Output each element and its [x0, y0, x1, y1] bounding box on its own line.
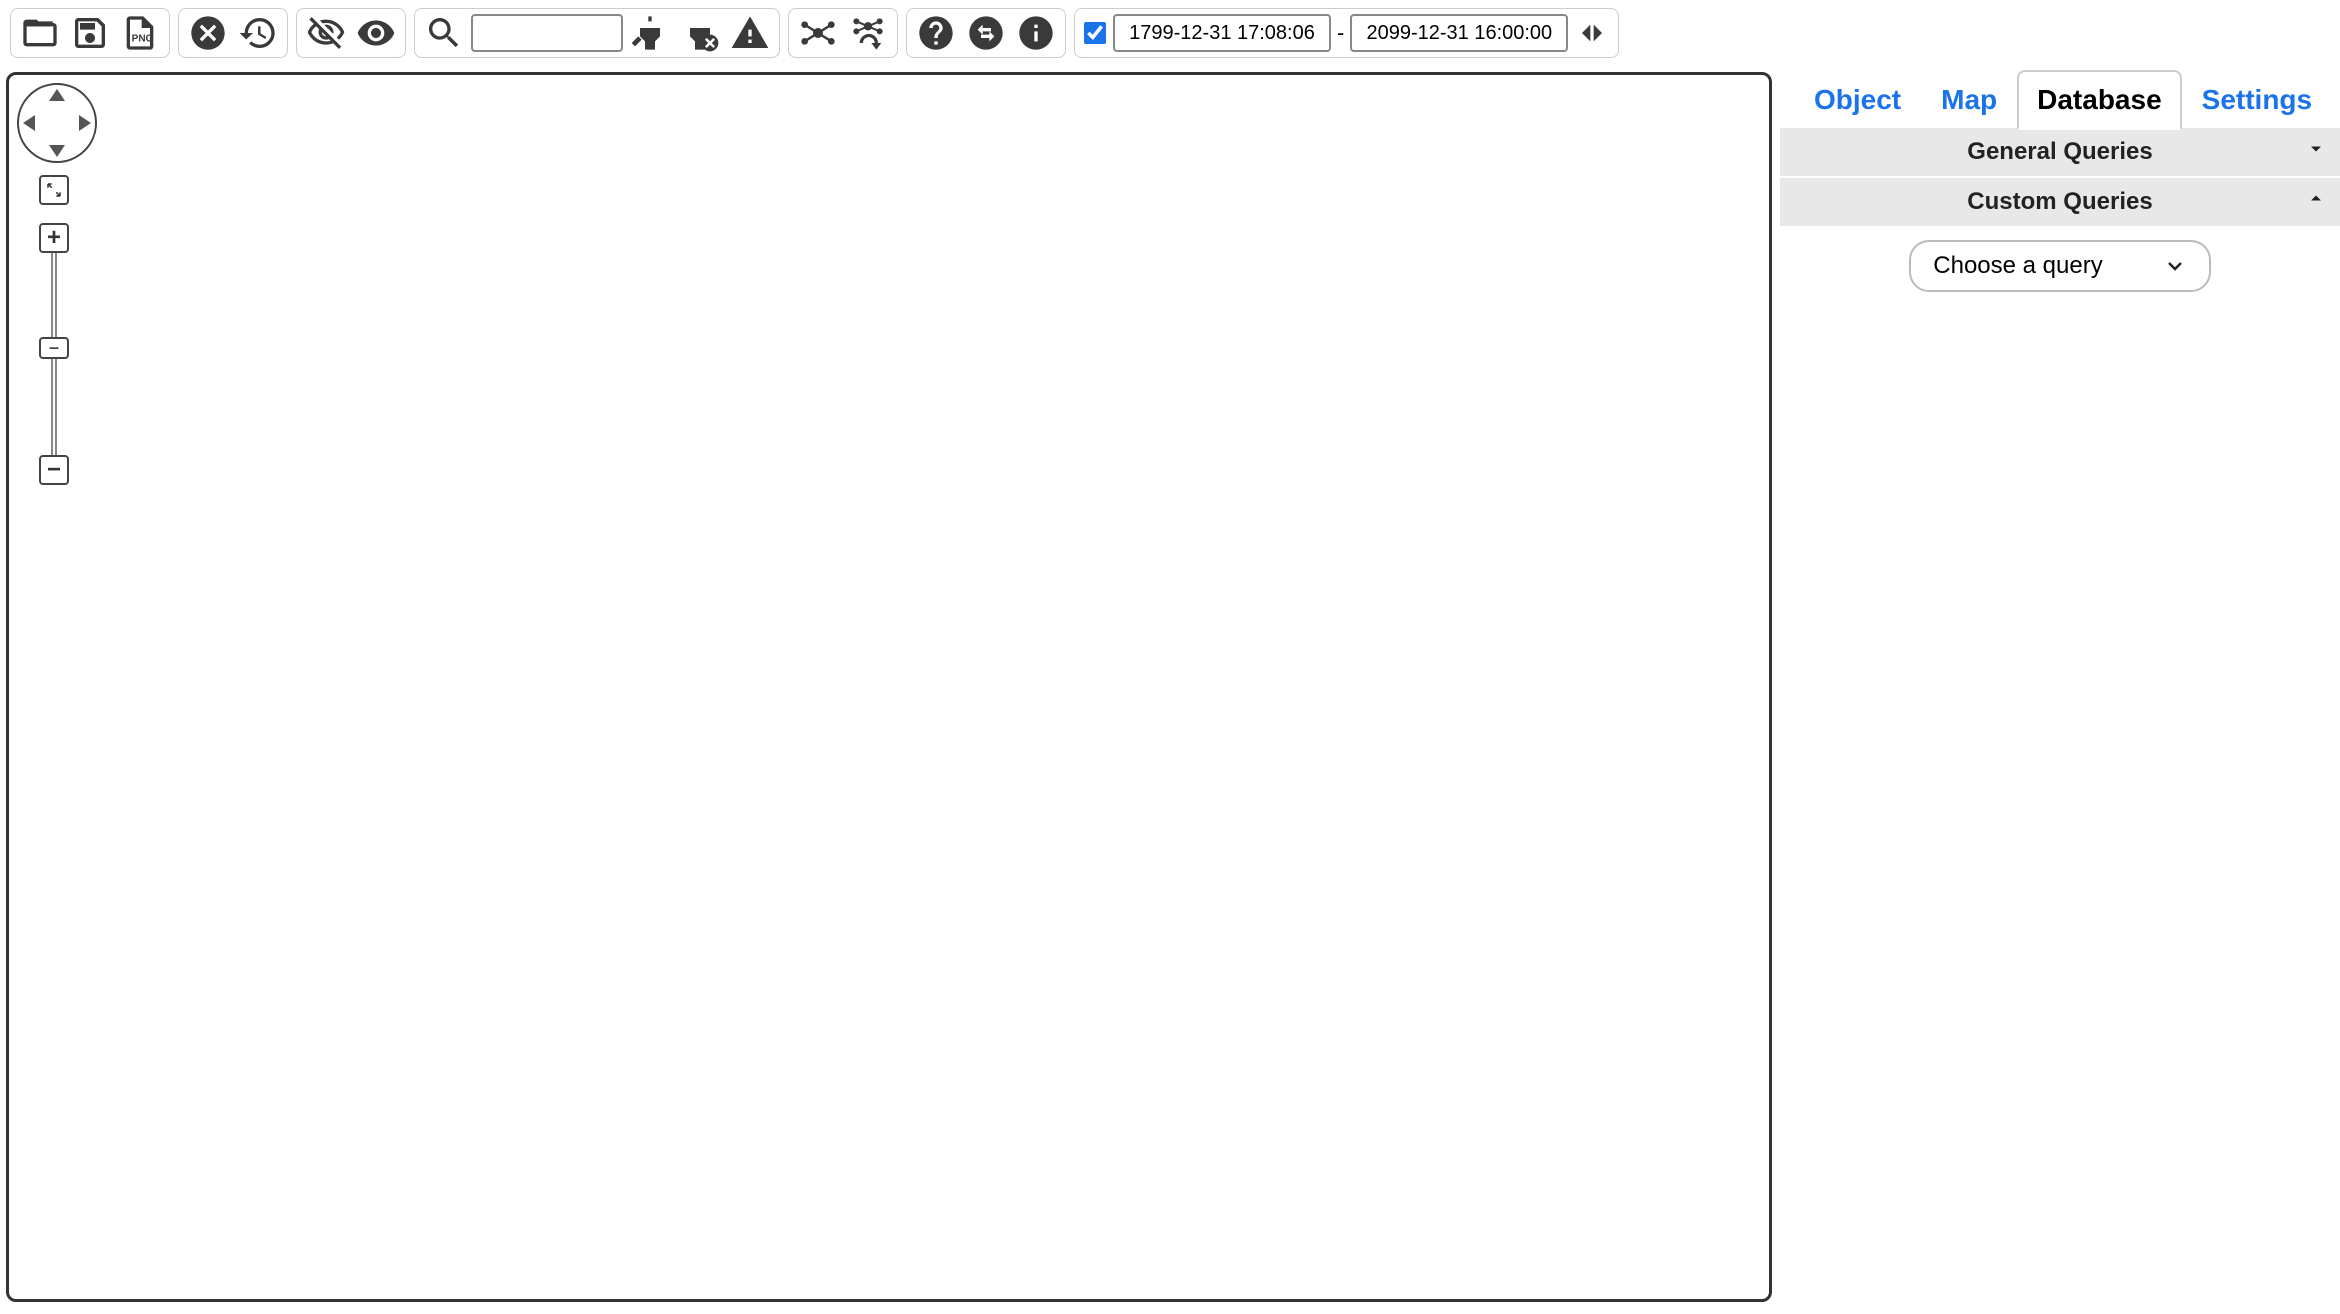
export-png-button[interactable]: PNG — [117, 10, 163, 56]
main-area: + − − Object Map Database Settings Gener… — [0, 66, 2340, 1314]
pan-control — [17, 83, 97, 163]
eye-slash-icon — [306, 13, 346, 53]
info-circle-icon — [1016, 13, 1056, 53]
expand-arrows-icon — [45, 181, 63, 199]
date-enable-checkbox-wrap — [1081, 19, 1109, 47]
help-button[interactable] — [913, 10, 959, 56]
custom-queries-body: Choose a query — [1780, 228, 2340, 304]
show-button[interactable] — [353, 10, 399, 56]
warning-icon — [730, 13, 770, 53]
folder-open-icon — [20, 13, 60, 53]
help-circle-icon — [916, 13, 956, 53]
date-start-input[interactable] — [1113, 14, 1331, 52]
custom-queries-label: Custom Queries — [1967, 188, 2152, 216]
general-queries-header[interactable]: General Queries — [1780, 128, 2340, 176]
date-end-input[interactable] — [1350, 14, 1568, 52]
zoom-slider-handle[interactable]: − — [39, 337, 69, 359]
chevron-down-icon — [2163, 254, 2187, 278]
highlighter-icon — [630, 13, 670, 53]
tab-database[interactable]: Database — [2017, 70, 2182, 130]
search-icon — [424, 13, 464, 53]
expand-graph-button[interactable] — [795, 10, 841, 56]
clear-button[interactable] — [185, 10, 231, 56]
date-range-nav-button[interactable] — [1572, 10, 1612, 56]
search-input[interactable] — [471, 14, 623, 52]
date-range-separator: - — [1335, 20, 1346, 46]
query-select-dropdown[interactable]: Choose a query — [1909, 240, 2210, 292]
save-button[interactable] — [67, 10, 113, 56]
custom-queries-header[interactable]: Custom Queries — [1780, 178, 2340, 226]
fit-to-screen-button[interactable] — [39, 175, 69, 205]
warning-button[interactable] — [727, 10, 773, 56]
graph-expand-icon — [798, 13, 838, 53]
swap-button[interactable] — [963, 10, 1009, 56]
sidebar-tabs: Object Map Database Settings — [1780, 70, 2340, 130]
search-button[interactable] — [421, 10, 467, 56]
png-file-icon: PNG — [120, 13, 160, 53]
erase-highlight-button[interactable] — [677, 10, 723, 56]
hide-button[interactable] — [303, 10, 349, 56]
highlight-button[interactable] — [627, 10, 673, 56]
query-select-label: Choose a query — [1933, 252, 2102, 280]
help-group — [906, 8, 1066, 58]
zoom-in-button[interactable]: + — [39, 223, 69, 253]
svg-text:PNG: PNG — [132, 33, 154, 44]
graph-group — [788, 8, 898, 58]
date-range-group: - — [1074, 8, 1619, 58]
pan-up-button[interactable] — [49, 89, 65, 101]
date-enable-checkbox[interactable] — [1084, 22, 1106, 44]
pan-right-button[interactable] — [79, 115, 91, 131]
history-button[interactable] — [235, 10, 281, 56]
swap-circle-icon — [966, 13, 1006, 53]
graph-refresh-icon — [848, 13, 888, 53]
tab-settings[interactable]: Settings — [2182, 70, 2332, 130]
info-button[interactable] — [1013, 10, 1059, 56]
visibility-group — [296, 8, 406, 58]
file-group: PNG — [10, 8, 170, 58]
open-button[interactable] — [17, 10, 63, 56]
history-icon — [238, 13, 278, 53]
tab-object[interactable]: Object — [1794, 70, 1921, 130]
history-group — [178, 8, 288, 58]
search-group — [414, 8, 780, 58]
canvas-wrap: + − − — [0, 66, 1778, 1314]
chevron-down-icon — [2304, 137, 2328, 168]
general-queries-label: General Queries — [1967, 138, 2152, 166]
eye-icon — [356, 13, 396, 53]
graph-canvas[interactable]: + − − — [6, 72, 1772, 1302]
pan-left-button[interactable] — [23, 115, 35, 131]
right-sidebar: Object Map Database Settings General Que… — [1778, 66, 2340, 1314]
save-icon — [70, 13, 110, 53]
close-circle-icon — [188, 13, 228, 53]
chevron-up-icon — [2304, 187, 2328, 218]
highlighter-remove-icon — [680, 13, 720, 53]
main-toolbar: PNG — [0, 0, 2340, 66]
chevrons-horizontal-icon — [1572, 13, 1612, 53]
database-panel: General Queries Custom Queries Choose a … — [1780, 128, 2340, 304]
zoom-out-button[interactable]: − — [39, 455, 69, 485]
tab-map[interactable]: Map — [1921, 70, 2017, 130]
pan-down-button[interactable] — [49, 145, 65, 157]
refresh-graph-button[interactable] — [845, 10, 891, 56]
